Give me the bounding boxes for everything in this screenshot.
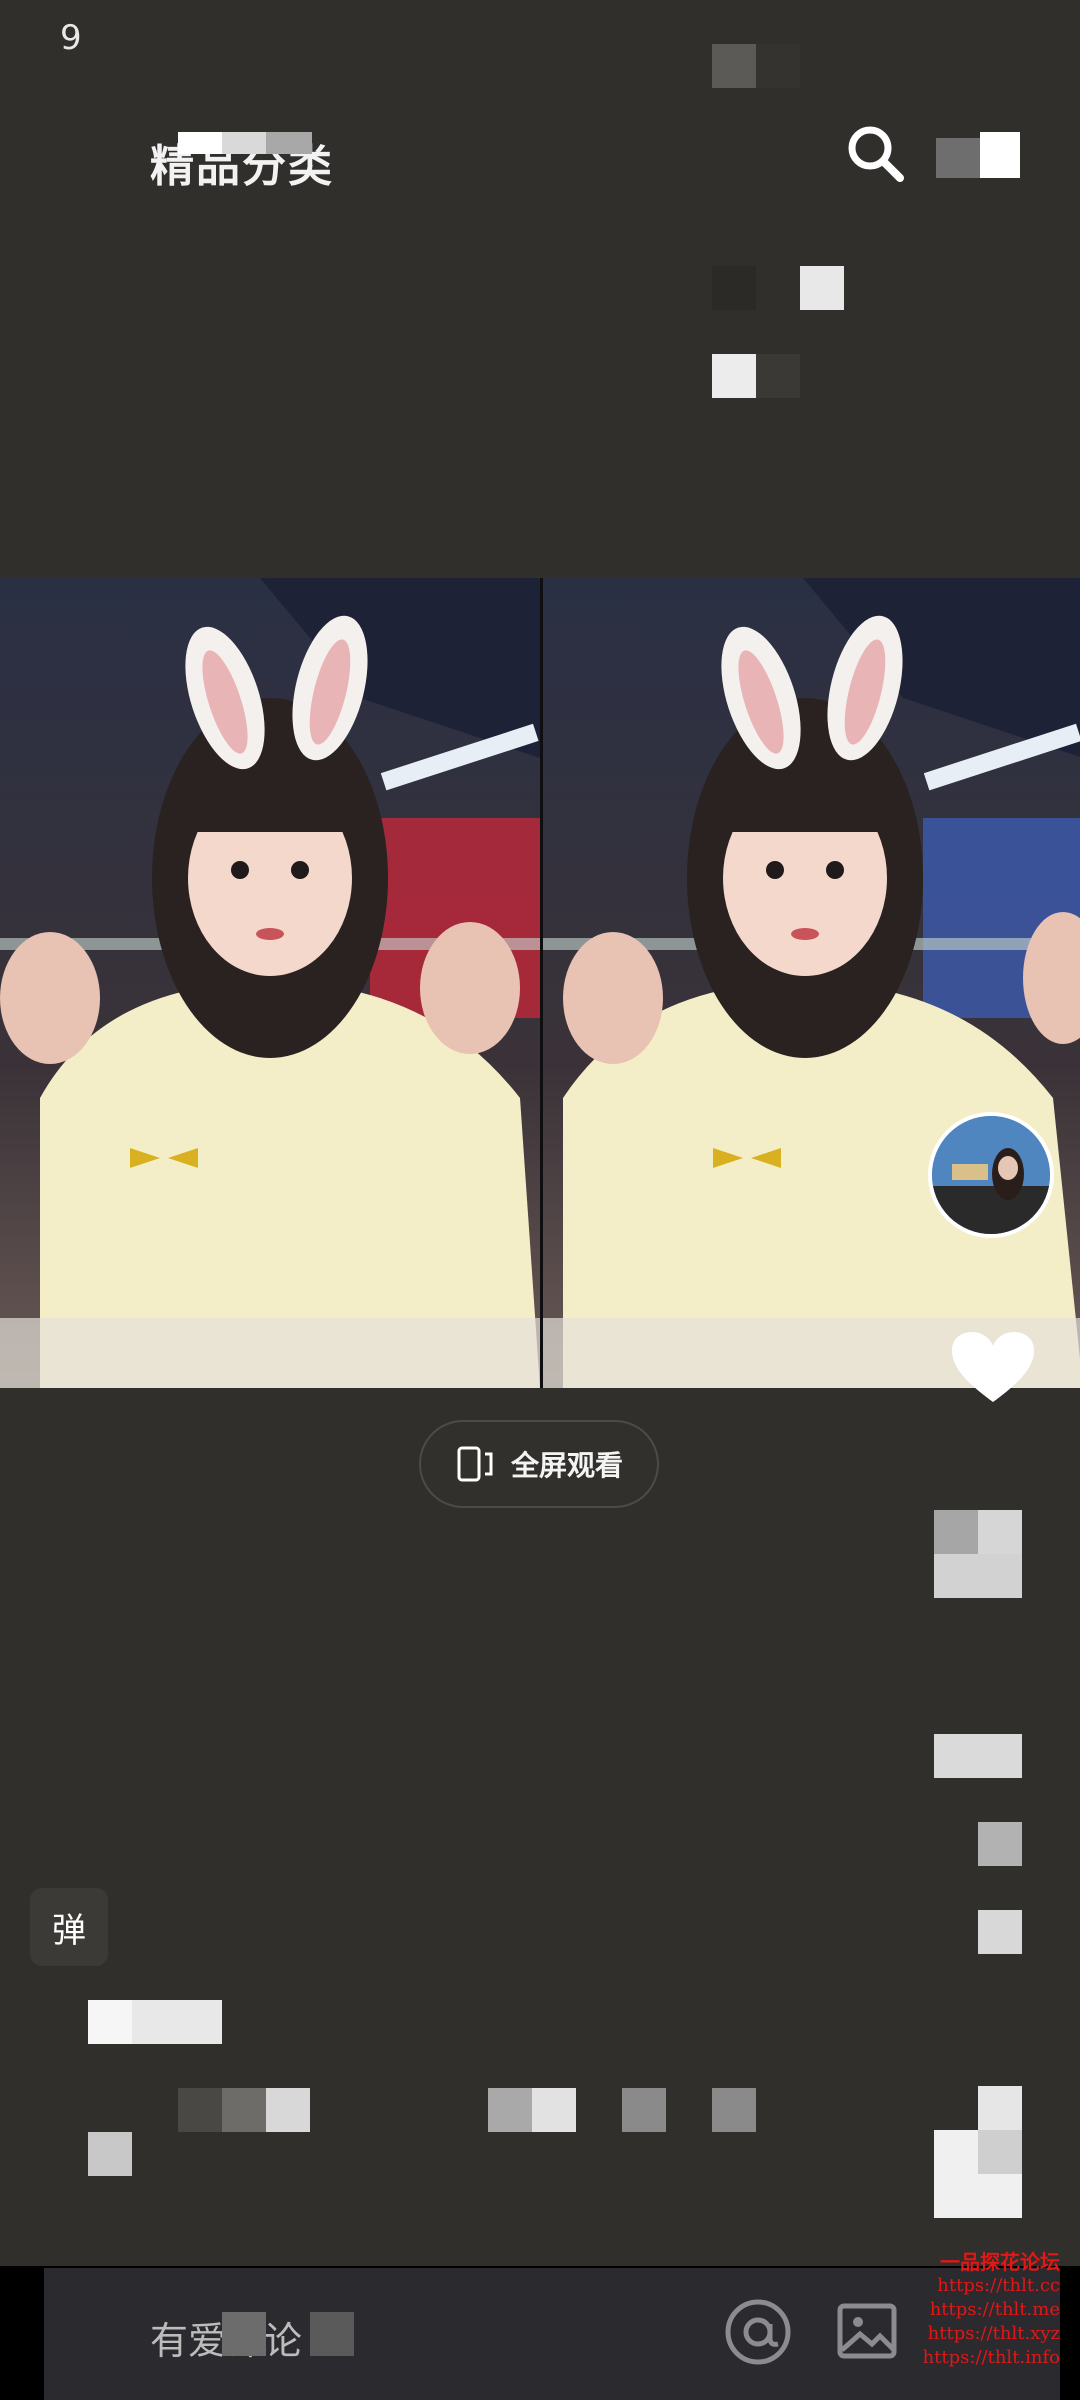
pixelated-block: [934, 1734, 1022, 1778]
video-image: [543, 578, 1080, 1388]
pixelated-block: [222, 132, 266, 154]
heart-icon: [952, 1332, 1034, 1402]
pixelated-block: [488, 2088, 532, 2132]
pixelated-block: [756, 44, 800, 88]
pixelated-block: [978, 1510, 1022, 1554]
status-time: 9: [60, 18, 82, 58]
watermark-url: https://thlt.info: [922, 2347, 1060, 2368]
pixelated-block: [88, 2000, 132, 2044]
status-bar: 9: [0, 0, 1080, 96]
pixelated-block: [266, 2088, 310, 2132]
fullscreen-label: 全屏观看: [510, 1449, 623, 1482]
watermark-url: https://thlt.cc: [937, 2275, 1060, 2296]
watermark-url: https://thlt.xyz: [927, 2323, 1060, 2344]
pixelated-block: [132, 2000, 222, 2044]
pixelated-block: [934, 1554, 1022, 1598]
pixelated-block: [800, 266, 844, 310]
author-avatar[interactable]: [928, 1112, 1054, 1238]
pixelated-block: [310, 2312, 354, 2356]
pixelated-block: [266, 132, 312, 154]
pixelated-block: [712, 266, 756, 310]
pixelated-block: [712, 354, 756, 398]
pixelated-block: [978, 2130, 1022, 2174]
like-button[interactable]: [950, 1330, 1036, 1406]
video-player[interactable]: [0, 578, 1080, 1388]
video-frame-left: [0, 578, 540, 1388]
mention-button[interactable]: [722, 2296, 794, 2368]
pixelated-block: [978, 1822, 1022, 1866]
search-button[interactable]: [840, 118, 912, 190]
pixelated-block: [712, 44, 756, 88]
pixelated-block: [222, 2312, 266, 2356]
at-icon: [725, 2299, 791, 2365]
video-image: [0, 578, 540, 1388]
pixelated-block: [178, 132, 222, 154]
pixelated-block: [178, 2088, 222, 2132]
watermark: 一品探花论坛 https://thlt.cc https://thlt.me h…: [860, 2250, 1060, 2370]
pixelated-block: [622, 2088, 666, 2132]
pixelated-block: [532, 2088, 576, 2132]
fullscreen-button[interactable]: 全屏观看: [419, 1420, 659, 1508]
pixelated-block: [980, 132, 1020, 178]
pixelated-block: [978, 2086, 1022, 2130]
video-frame-right: [543, 578, 1080, 1388]
pixelated-block: [978, 1910, 1022, 1954]
pixelated-block: [222, 2088, 266, 2132]
danmu-toggle[interactable]: 弹: [30, 1888, 108, 1966]
top-bar: 精品分类: [0, 110, 1080, 210]
watermark-title: 一品探花论坛: [940, 2250, 1060, 2274]
danmu-label: 弹: [52, 1910, 86, 1951]
pixelated-block: [934, 1510, 978, 1554]
pixelated-block: [88, 2132, 132, 2176]
pixelated-block: [936, 138, 980, 178]
search-icon: [848, 126, 904, 182]
pixelated-block: [712, 2088, 756, 2132]
avatar-image: [932, 1116, 1050, 1234]
watermark-url: https://thlt.me: [929, 2299, 1060, 2320]
pixelated-block: [756, 354, 800, 398]
more-button[interactable]: [936, 132, 1020, 188]
rotate-screen-icon: [457, 1446, 493, 1482]
